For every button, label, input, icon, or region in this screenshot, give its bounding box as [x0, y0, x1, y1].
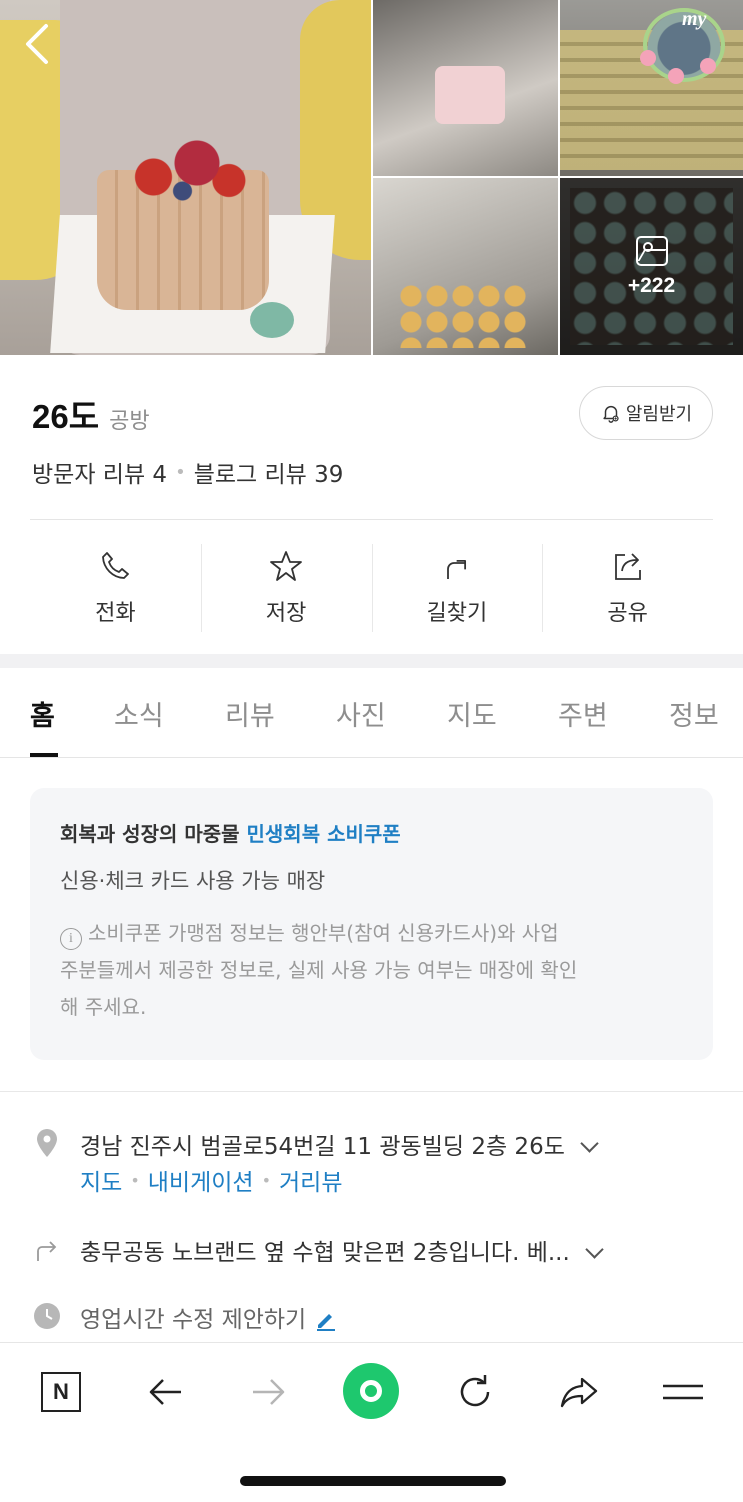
map-link[interactable]: 지도: [80, 1163, 122, 1197]
route-arrow-icon: [37, 1241, 57, 1261]
action-bar: 전화 저장 길찾기 공유: [30, 544, 713, 632]
place-category: 공방: [109, 409, 150, 434]
coupon-card[interactable]: 회복과 성장의 마중물 민생회복 소비쿠폰 신용·체크 카드 사용 가능 매장 …: [30, 788, 713, 1060]
separator-dot: •: [175, 461, 186, 483]
green-dot-button[interactable]: [343, 1363, 399, 1419]
naver-n-icon: N: [41, 1372, 81, 1412]
address-value: 경남 진주시 범골로54번길 11 광동빌딩 2층 26도: [80, 1134, 565, 1160]
photo-detail: [110, 135, 255, 205]
phone-icon: [102, 552, 130, 579]
visitor-reviews-link[interactable]: 방문자 리뷰 4: [32, 455, 167, 489]
menu-icon: [663, 1384, 703, 1400]
navigation-link[interactable]: 내비게이션: [148, 1163, 254, 1197]
chevron-left-icon: [26, 24, 48, 64]
tab-reviews[interactable]: 리뷰: [225, 694, 275, 733]
directions-button[interactable]: 길찾기: [371, 544, 543, 632]
gallery-photo[interactable]: [373, 0, 558, 176]
naver-home-button[interactable]: N: [38, 1369, 84, 1415]
hours-row[interactable]: 영업시간 수정 제안하기: [32, 1300, 338, 1334]
save-label: 저장: [265, 601, 307, 626]
chevron-down-icon[interactable]: [585, 1240, 604, 1259]
chevron-down-icon[interactable]: [580, 1134, 599, 1153]
photo-detail: [398, 283, 528, 348]
gallery-photo[interactable]: [373, 178, 558, 355]
star-icon: [270, 551, 303, 581]
tab-map[interactable]: 지도: [447, 694, 497, 733]
pencil-icon: [317, 1314, 336, 1331]
share-button[interactable]: 공유: [542, 544, 713, 632]
directions-icon: [446, 559, 466, 579]
place-name: 26도: [32, 398, 100, 435]
tab-bar: 홈 소식 리뷰 사진 지도 주변 정보: [0, 668, 743, 758]
back-button[interactable]: [22, 22, 62, 72]
directions-label: 길찾기: [426, 601, 488, 626]
address-text: 경남 진주시 범골로54번길 11 광동빌딩 2층 26도: [80, 1127, 599, 1161]
location-pin-icon: [37, 1129, 57, 1157]
hours-suggest-value: 영업시간 수정 제안하기: [80, 1307, 307, 1333]
clock-icon: [34, 1303, 60, 1329]
call-label: 전화: [95, 601, 136, 626]
divider: [30, 519, 713, 520]
review-summary: 방문자 리뷰 4 • 블로그 리뷰 39: [32, 455, 343, 489]
place-title-row: 26도 공방: [32, 390, 150, 438]
coupon-note-line: 주분들께서 제공한 정보로, 실제 사용 가능 여부는 매장에 확인: [60, 958, 578, 982]
save-button[interactable]: 저장: [200, 544, 372, 632]
tab-info[interactable]: 정보: [669, 694, 719, 733]
blog-reviews-link[interactable]: 블로그 리뷰 39: [194, 455, 344, 489]
tab-nearby[interactable]: 주변: [558, 694, 608, 733]
coupon-subtitle: 신용·체크 카드 사용 가능 매장: [60, 869, 326, 893]
directions-value: 충무공동 노브랜드 옆 수협 맞은편 2층입니다. 베...: [80, 1240, 570, 1266]
my-badge-text: my: [682, 8, 707, 30]
coupon-note: i 소비쿠폰 가맹점 정보는 행안부(참여 신용카드사)와 사업 주분들께서 제공…: [60, 915, 683, 1026]
flower-icon: [700, 58, 716, 74]
share-icon: [614, 553, 641, 580]
info-icon: i: [60, 928, 82, 950]
street-view-link[interactable]: 거리뷰: [279, 1163, 342, 1197]
photo-gallery: my +222: [0, 0, 743, 355]
notify-button[interactable]: 알림받기: [579, 386, 713, 440]
green-dot-icon: [360, 1380, 382, 1402]
image-icon: [635, 235, 668, 266]
address-row[interactable]: 경남 진주시 범골로54번길 11 광동빌딩 2층 26도: [32, 1127, 599, 1161]
forward-nav-button[interactable]: [246, 1369, 292, 1415]
arrow-left-icon: [149, 1379, 181, 1405]
notify-label: 알림받기: [625, 404, 693, 425]
separator-dot: •: [261, 1170, 272, 1190]
photo-detail: [250, 302, 294, 338]
divider: [0, 1091, 743, 1092]
active-tab-indicator: [30, 753, 58, 757]
coupon-title-highlight: 민생회복 소비쿠폰: [246, 822, 401, 846]
share-label: 공유: [607, 601, 648, 626]
photo-detail: [435, 66, 505, 124]
share-arrow-icon: [560, 1377, 598, 1408]
address-links: 지도 • 내비게이션 • 거리뷰: [80, 1163, 343, 1197]
flower-icon: [640, 50, 656, 66]
home-indicator: [240, 1476, 506, 1486]
back-nav-button[interactable]: [142, 1369, 188, 1415]
coupon-title-prefix: 회복과 성장의 마중물: [60, 822, 240, 846]
tab-home[interactable]: 홈: [30, 694, 55, 733]
separator-dot: •: [130, 1170, 140, 1190]
directions-text: 충무공동 노브랜드 옆 수협 맞은편 2층입니다. 베...: [80, 1233, 604, 1267]
call-button[interactable]: 전화: [30, 544, 201, 632]
hours-suggest-text: 영업시간 수정 제안하기: [80, 1300, 338, 1334]
section-separator: [0, 654, 743, 668]
tab-news[interactable]: 소식: [114, 694, 164, 733]
more-photos-overlay[interactable]: +222: [560, 178, 743, 355]
directions-row[interactable]: 충무공동 노브랜드 옆 수협 맞은편 2층입니다. 베...: [32, 1233, 604, 1267]
more-photos-count: +222: [627, 273, 676, 297]
tab-photos[interactable]: 사진: [336, 694, 386, 733]
reload-button[interactable]: [452, 1369, 498, 1415]
coupon-note-line: 소비쿠폰 가맹점 정보는 행안부(참여 신용카드사)와 사업: [88, 921, 559, 945]
share-page-button[interactable]: [556, 1369, 602, 1415]
bell-icon: [603, 405, 619, 423]
coupon-note-line: 해 주세요.: [60, 995, 147, 1019]
menu-button[interactable]: [660, 1369, 706, 1415]
arrow-right-icon: [253, 1379, 285, 1405]
coupon-title: 회복과 성장의 마중물 민생회복 소비쿠폰: [60, 818, 683, 847]
flower-icon: [668, 68, 684, 84]
refresh-icon: [460, 1375, 490, 1407]
